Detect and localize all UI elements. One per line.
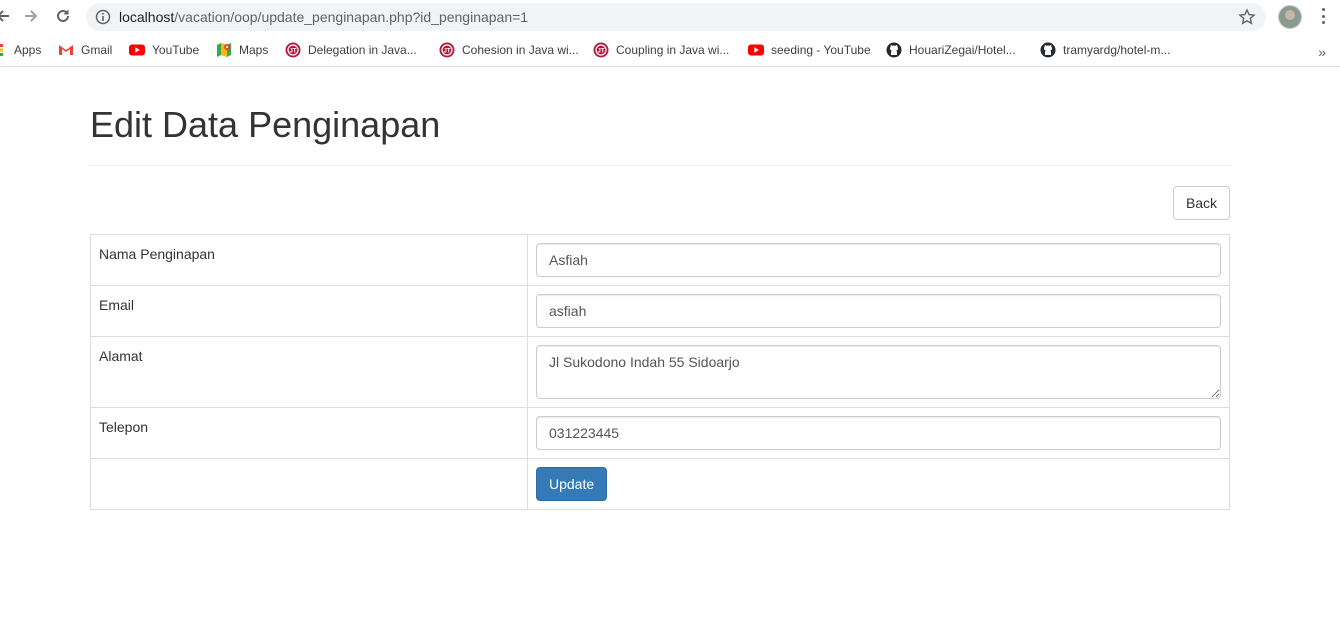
- reload-icon[interactable]: [52, 5, 74, 27]
- page-title: Edit Data Penginapan: [90, 104, 441, 145]
- bookmark-label: Cohesion in Java wi...: [462, 43, 579, 57]
- profile-avatar[interactable]: [1278, 5, 1302, 29]
- bookmark-label: Gmail: [81, 43, 113, 57]
- field-label-email: Email: [90, 285, 528, 337]
- field-label-telepon: Telepon: [90, 407, 528, 459]
- nama-penginapan-input[interactable]: [536, 243, 1221, 277]
- url-text[interactable]: localhost/vacation/oop/update_penginapan…: [119, 9, 528, 25]
- svg-text:JT: JT: [597, 49, 604, 55]
- table-row: Email: [90, 285, 1230, 337]
- site-icon: JT: [439, 42, 455, 58]
- bookmark-seeding-youtube[interactable]: seeding - YouTube: [748, 40, 871, 60]
- field-cell: [527, 234, 1230, 286]
- empty-label-cell: [90, 458, 528, 510]
- bookmark-label: Coupling in Java wi...: [616, 43, 730, 57]
- field-label-alamat: Alamat: [90, 336, 528, 408]
- bookmark-coupling[interactable]: JT Coupling in Java wi...: [593, 40, 729, 60]
- url-host: localhost: [119, 9, 175, 25]
- url-path: /vacation/oop/update_penginapan.php?id_p…: [174, 9, 529, 25]
- bookmark-delegation[interactable]: JT Delegation in Java...: [285, 40, 417, 60]
- field-cell: Jl Sukodono Indah 55 Sidoarjo: [527, 336, 1230, 408]
- table-row: Alamat Jl Sukodono Indah 55 Sidoarjo: [90, 336, 1230, 408]
- title-divider: [90, 165, 1230, 166]
- bookmarks-bar: Apps Gmail YouTube Maps JT Delegation in…: [0, 34, 1340, 67]
- youtube-icon: [129, 42, 145, 58]
- info-icon[interactable]: [95, 9, 111, 30]
- email-input[interactable]: [536, 294, 1221, 328]
- site-icon: JT: [285, 42, 301, 58]
- site-icon: JT: [593, 42, 609, 58]
- svg-text:JT: JT: [443, 49, 450, 55]
- back-button[interactable]: Back: [1173, 186, 1230, 220]
- bookmark-label: Delegation in Java...: [308, 43, 417, 57]
- bookmark-youtube[interactable]: YouTube: [129, 40, 199, 60]
- back-arrow-icon[interactable]: [0, 5, 14, 27]
- svg-text:JT: JT: [289, 49, 296, 55]
- table-row: Nama Penginapan: [90, 234, 1230, 286]
- apps-grid-icon: [0, 42, 6, 58]
- maps-icon: [216, 42, 232, 58]
- telepon-input[interactable]: [536, 416, 1221, 450]
- forward-arrow-icon[interactable]: [20, 5, 42, 27]
- bookmark-label: Apps: [14, 43, 42, 57]
- edit-form-table: Nama Penginapan Email Alamat Jl Sukodono…: [90, 234, 1230, 510]
- bookmark-apps[interactable]: Apps: [0, 40, 41, 60]
- field-label-nama-penginapan: Nama Penginapan: [90, 234, 528, 286]
- bookmark-label: seeding - YouTube: [771, 43, 871, 57]
- bookmark-cohesion[interactable]: JT Cohesion in Java wi...: [439, 40, 579, 60]
- bookmark-tramyardg[interactable]: tramyardg/hotel-m...: [1040, 40, 1170, 60]
- bookmark-label: Maps: [239, 43, 269, 57]
- update-button[interactable]: Update: [536, 467, 608, 501]
- table-row: Telepon: [90, 407, 1230, 459]
- address-bar[interactable]: localhost/vacation/oop/update_penginapan…: [86, 3, 1266, 31]
- field-cell: [527, 285, 1230, 337]
- bookmark-label: YouTube: [152, 43, 200, 57]
- bookmark-star-icon[interactable]: [1238, 8, 1256, 31]
- field-cell: [527, 407, 1230, 459]
- gmail-icon: [58, 42, 74, 58]
- github-icon: [886, 42, 902, 58]
- more-bookmarks-button[interactable]: »: [1318, 44, 1326, 60]
- bookmark-maps[interactable]: Maps: [216, 40, 268, 60]
- bookmark-label: HouariZegai/Hotel...: [909, 43, 1016, 57]
- bookmark-label: tramyardg/hotel-m...: [1063, 43, 1171, 57]
- bookmark-houarizegai[interactable]: HouariZegai/Hotel...: [886, 40, 1016, 60]
- youtube-icon: [748, 42, 764, 58]
- bookmark-gmail[interactable]: Gmail: [58, 40, 112, 60]
- menu-dots-icon[interactable]: [1316, 6, 1330, 26]
- github-icon: [1040, 42, 1056, 58]
- alamat-textarea[interactable]: Jl Sukodono Indah 55 Sidoarjo: [536, 345, 1221, 399]
- browser-toolbar: localhost/vacation/oop/update_penginapan…: [0, 0, 1340, 34]
- button-cell: Update: [527, 458, 1230, 510]
- table-row: Update: [90, 458, 1230, 510]
